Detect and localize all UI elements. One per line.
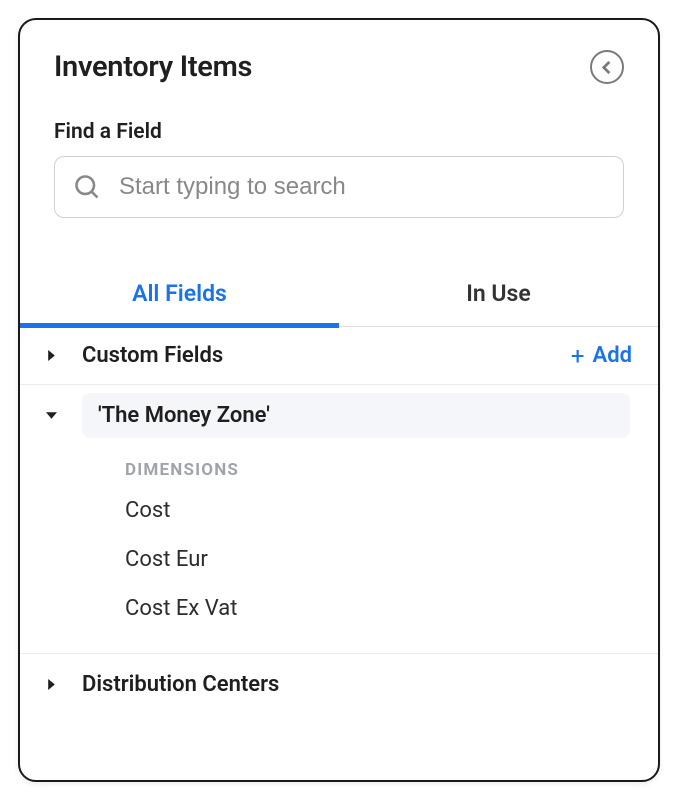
- caret-down-icon: [42, 410, 60, 421]
- tab-all-fields[interactable]: All Fields: [20, 266, 339, 328]
- chevron-left-icon: [601, 61, 614, 74]
- tabs: All Fields In Use: [20, 266, 658, 327]
- custom-fields-label: Custom Fields: [82, 343, 571, 368]
- group-header[interactable]: 'The Money Zone': [20, 393, 658, 438]
- plus-icon: +: [571, 344, 585, 368]
- tab-in-use[interactable]: In Use: [339, 266, 658, 326]
- add-custom-field-button[interactable]: + Add: [571, 343, 632, 368]
- section-distribution-centers[interactable]: Distribution Centers: [20, 653, 658, 715]
- caret-right-icon: [42, 350, 60, 361]
- add-label: Add: [593, 343, 632, 368]
- dimension-item-cost-ex-vat[interactable]: Cost Ex Vat: [20, 584, 658, 633]
- caret-right-icon: [42, 679, 60, 690]
- panel-title: Inventory Items: [54, 50, 252, 84]
- dimensions-heading: DIMENSIONS: [20, 438, 658, 486]
- field-picker-panel: Inventory Items Find a Field All Fields …: [18, 18, 660, 782]
- search-input[interactable]: [119, 173, 605, 201]
- dimension-item-cost[interactable]: Cost: [20, 486, 658, 535]
- distribution-label: Distribution Centers: [82, 672, 632, 697]
- search-box[interactable]: [54, 156, 624, 218]
- search-icon: [73, 173, 101, 201]
- search-section: Find a Field: [20, 84, 658, 218]
- panel-header: Inventory Items: [20, 20, 658, 84]
- search-label: Find a Field: [54, 120, 624, 144]
- group-money-zone: 'The Money Zone' DIMENSIONS Cost Cost Eu…: [20, 385, 658, 633]
- group-label: 'The Money Zone': [82, 393, 630, 438]
- dimension-item-cost-eur[interactable]: Cost Eur: [20, 535, 658, 584]
- back-button[interactable]: [590, 50, 624, 84]
- section-custom-fields[interactable]: Custom Fields + Add: [20, 327, 658, 385]
